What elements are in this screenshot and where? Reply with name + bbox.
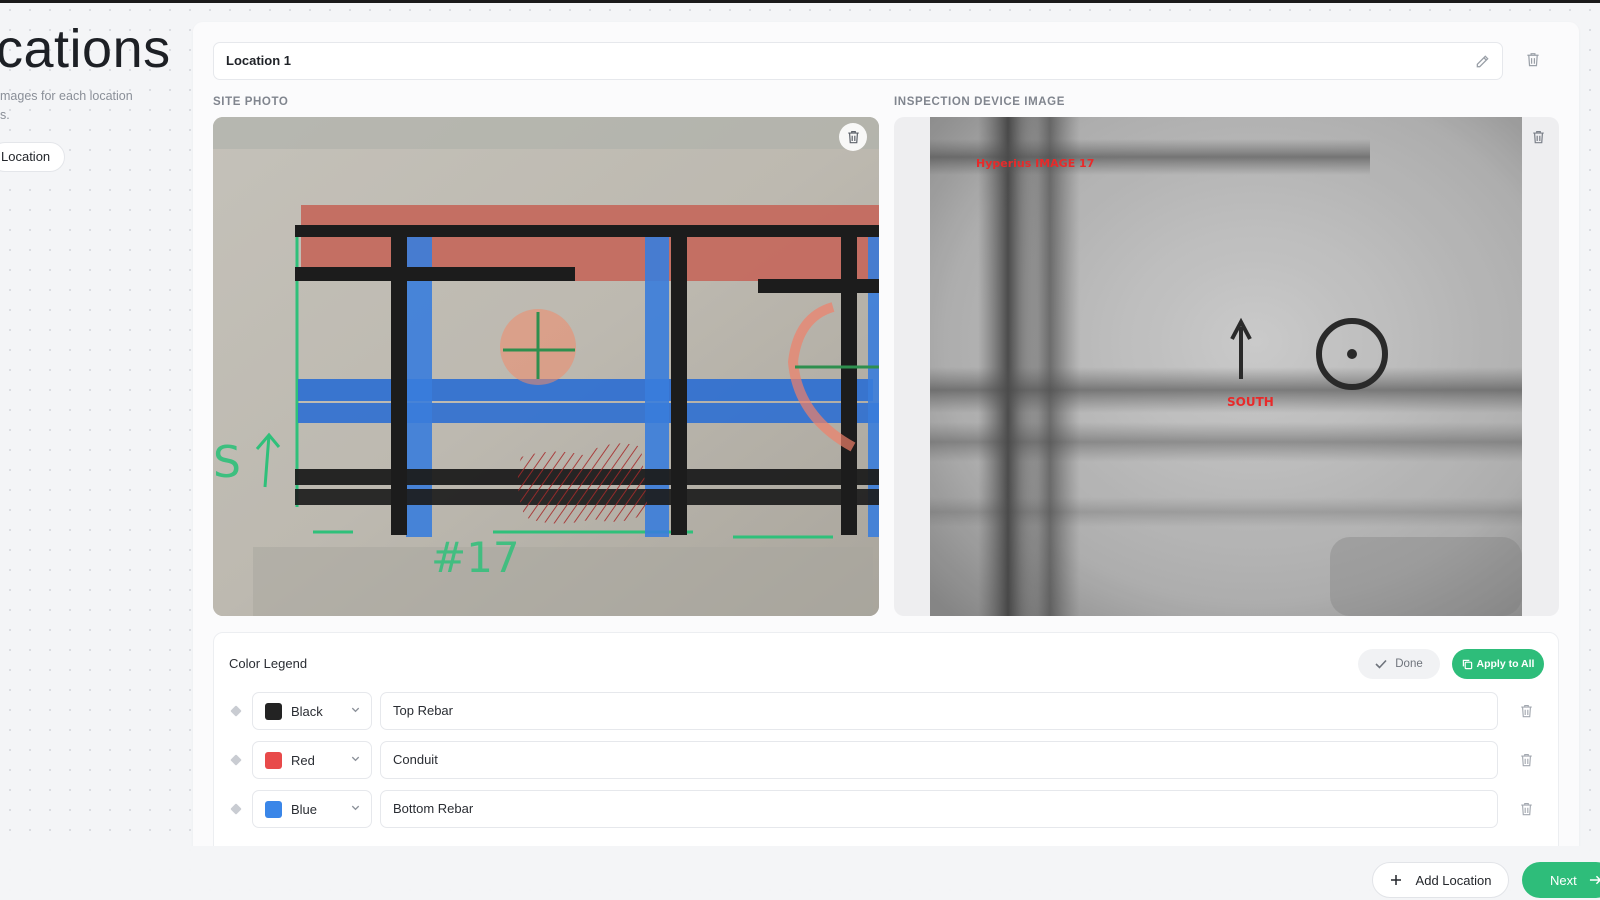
svg-text:S: S <box>213 437 241 488</box>
location-name-field[interactable]: Location 1 <box>213 42 1503 80</box>
color-select[interactable]: Black <box>252 692 372 730</box>
page-subtitle: mages for each location s. <box>0 87 160 125</box>
arrow-right-icon <box>1589 875 1600 885</box>
apply-to-all-button[interactable]: Apply to All <box>1452 649 1544 679</box>
delete-legend-row-button[interactable] <box>1514 699 1538 723</box>
add-location-button[interactable]: Add Location <box>1372 862 1509 898</box>
color-select-label: Black <box>291 703 323 719</box>
trash-icon <box>847 130 859 144</box>
legend-description-input[interactable]: Bottom Rebar <box>380 790 1498 828</box>
chevron-down-icon <box>351 805 360 811</box>
location-nav-item[interactable]: Location <box>0 142 66 172</box>
legend-description-input[interactable]: Top Rebar <box>380 692 1498 730</box>
delete-site-photo-button[interactable] <box>839 123 867 151</box>
site-photo[interactable]: S #17 <box>213 117 879 616</box>
site-photo-label: SITE PHOTO <box>213 96 289 108</box>
page-subtitle-line: s. <box>0 108 10 122</box>
color-swatch <box>265 702 282 720</box>
delete-inspection-image-button[interactable] <box>1524 123 1552 151</box>
bottom-action-bar <box>0 846 1600 900</box>
trash-icon <box>1520 705 1532 718</box>
inspection-image-container[interactable]: Hyperius IMAGE 17 SOUTH <box>894 117 1559 616</box>
plus-icon <box>1390 875 1401 885</box>
trash-icon <box>1532 130 1544 144</box>
color-select[interactable]: Blue <box>252 790 372 828</box>
inspection-direction-text: SOUTH <box>1227 395 1274 409</box>
next-button[interactable]: Next <box>1522 862 1600 898</box>
delete-legend-row-button[interactable] <box>1514 748 1538 772</box>
done-button[interactable]: Done <box>1358 649 1440 679</box>
copy-icon <box>1462 659 1472 669</box>
page-title: cations <box>0 19 171 79</box>
inspection-image-label: INSPECTION DEVICE IMAGE <box>894 96 1065 108</box>
chevron-down-icon <box>351 756 360 762</box>
add-location-label: Add Location <box>1415 872 1492 888</box>
next-button-label: Next <box>1550 872 1577 888</box>
legend-description-input[interactable]: Conduit <box>380 741 1498 779</box>
color-swatch <box>265 800 282 818</box>
color-select-label: Blue <box>291 801 318 817</box>
edit-location-button[interactable] <box>1470 49 1494 73</box>
color-select-label: Red <box>291 752 315 768</box>
color-select[interactable]: Red <box>252 741 372 779</box>
trash-icon <box>1520 803 1532 816</box>
trash-icon <box>1520 754 1532 767</box>
delete-location-button[interactable] <box>1521 47 1545 71</box>
color-swatch <box>265 751 282 769</box>
apply-to-all-label: Apply to All <box>1476 658 1535 670</box>
pencil-icon <box>1476 54 1489 67</box>
chevron-down-icon <box>351 707 360 713</box>
inspection-device-image: Hyperius IMAGE 17 SOUTH <box>930 117 1522 616</box>
site-photo-annotation: #17 <box>431 533 520 582</box>
color-legend-title: Color Legend <box>229 656 308 671</box>
page-subtitle-line: mages for each location <box>0 89 133 103</box>
site-photo-image: S #17 <box>213 117 879 616</box>
check-icon <box>1375 659 1387 669</box>
window-top-border <box>0 0 1600 3</box>
inspection-overlay-text: Hyperius IMAGE 17 <box>976 157 1094 170</box>
delete-legend-row-button[interactable] <box>1514 797 1538 821</box>
done-button-label: Done <box>1395 658 1423 670</box>
trash-icon <box>1527 52 1539 66</box>
